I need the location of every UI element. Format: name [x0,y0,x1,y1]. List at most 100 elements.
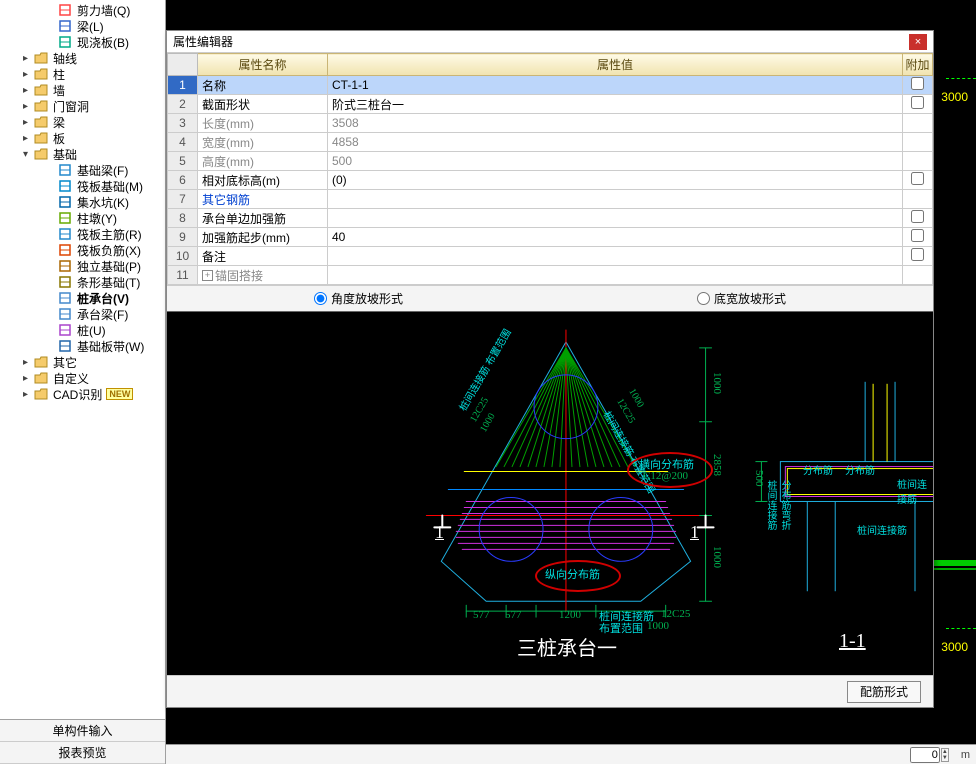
prop-extra[interactable] [903,228,933,247]
tree-item-label: 独立基础(P) [75,258,143,275]
prop-extra[interactable] [903,95,933,114]
tree-toggle-icon[interactable]: ▸ [20,101,31,112]
tree-item-10[interactable]: 基础梁(F) [2,162,165,178]
tree-item-15[interactable]: 筏板负筋(X) [2,242,165,258]
tree-toggle-icon[interactable]: ▸ [20,85,31,96]
prop-row-11[interactable]: 11+锚固搭接 [168,266,933,285]
tree-toggle-icon[interactable]: ▸ [20,357,31,368]
dim-577a: 577 [473,609,490,621]
prop-row-1[interactable]: 1名称CT-1-1 [168,76,933,95]
tree-item-3[interactable]: ▸ 轴线 [2,50,165,66]
prop-value[interactable] [328,209,903,228]
tree-item-9[interactable]: ▾基础 [2,146,165,162]
tree-item-24[interactable]: ▸CAD识别NEW [2,386,165,402]
tree-item-22[interactable]: ▸其它 [2,354,165,370]
preview-svg [167,312,933,675]
tree-toggle-icon[interactable]: ▸ [20,133,31,144]
tree-item-label: 自定义 [51,370,91,387]
prop-extra[interactable] [903,133,933,152]
prop-row-2[interactable]: 2截面形状阶式三桩台一 [168,95,933,114]
tree-item-label: CAD识别 [51,386,104,403]
tree-item-18[interactable]: 桩承台(V) [2,290,165,306]
tree-toggle-icon[interactable]: ▸ [20,373,31,384]
tree-item-17[interactable]: 条形基础(T) [2,274,165,290]
prop-extra[interactable] [903,76,933,95]
tree-item-19[interactable]: 承台梁(F) [2,306,165,322]
prop-row-8[interactable]: 8承台单边加强筋 [168,209,933,228]
tree-toggle-icon[interactable]: ▸ [20,117,31,128]
tree-item-23[interactable]: ▸ 自定义 [2,370,165,386]
radio-angle-slope[interactable]: 角度放坡形式 [314,290,403,307]
tree-item-11[interactable]: 筏板基础(M) [2,178,165,194]
prop-value[interactable]: (0) [328,171,903,190]
prop-value[interactable] [328,266,903,285]
dim-1000b: 1000 [711,546,723,568]
tree-item-5[interactable]: ▸墙 [2,82,165,98]
prop-value[interactable]: 阶式三桩台一 [328,95,903,114]
col-name: 属性名称 [198,54,328,76]
tree-toggle-icon[interactable]: ▸ [20,69,31,80]
tree-toggle-icon[interactable]: ▸ [20,53,31,64]
prop-rownum: 4 [168,133,198,152]
tab-single-input[interactable]: 单构件输入 [0,720,165,742]
prop-extra[interactable] [903,266,933,285]
slab-icon [57,35,73,49]
fbfj-icon [57,243,73,257]
close-icon[interactable]: × [909,34,927,50]
radio-width-slope[interactable]: 底宽放坡形式 [697,290,786,307]
prop-extra[interactable] [903,152,933,171]
prop-value[interactable]: 3508 [328,114,903,133]
component-tree[interactable]: 剪力墙(Q)梁(L)现浇板(B) ▸ 轴线▸柱▸墙▸门窗洞▸梁▸板▾基础基础梁(F)… [0,0,165,719]
prop-row-6[interactable]: 6相对底标高(m)(0) [168,171,933,190]
prop-extra[interactable] [903,114,933,133]
expand-icon[interactable]: + [202,270,213,281]
prop-value[interactable]: 40 [328,228,903,247]
status-spinner[interactable]: ▲ ▼ [910,747,949,763]
tree-item-21[interactable]: 基础板带(W) [2,338,165,354]
prop-extra[interactable] [903,247,933,266]
tree-item-6[interactable]: ▸门窗洞 [2,98,165,114]
tree-item-16[interactable]: 独立基础(P) [2,258,165,274]
prop-extra[interactable] [903,190,933,209]
prop-name: 名称 [198,76,328,95]
prop-value[interactable] [328,247,903,266]
tree-toggle-icon[interactable]: ▸ [20,389,31,400]
prop-rownum: 7 [168,190,198,209]
prop-name: +锚固搭接 [198,266,328,285]
prop-row-10[interactable]: 10备注 [168,247,933,266]
dialog-titlebar[interactable]: 属性编辑器 × [167,31,933,53]
tree-item-13[interactable]: 柱墩(Y) [2,210,165,226]
tree-item-0[interactable]: 剪力墙(Q) [2,2,165,18]
prop-row-9[interactable]: 9加强筋起步(mm)40 [168,228,933,247]
tree-item-4[interactable]: ▸柱 [2,66,165,82]
spin-down-icon[interactable]: ▼ [942,755,948,761]
prop-row-5[interactable]: 5高度(mm)500 [168,152,933,171]
prop-row-7[interactable]: 7其它钢筋 [168,190,933,209]
tree-item-8[interactable]: ▸板 [2,130,165,146]
section-title: 1-1 [839,630,866,653]
prop-rownum: 1 [168,76,198,95]
prop-row-4[interactable]: 4宽度(mm)4858 [168,133,933,152]
prop-value[interactable] [328,190,903,209]
tab-report-preview[interactable]: 报表预览 [0,742,165,764]
tree-item-1[interactable]: 梁(L) [2,18,165,34]
tree-toggle-icon[interactable]: ▾ [20,149,31,160]
dialog-title: 属性编辑器 [173,31,233,53]
prop-value[interactable]: 4858 [328,133,903,152]
label-vertical-rebar: 纵向分布筋 [545,566,600,582]
tree-item-2[interactable]: 现浇板(B) [2,34,165,50]
tree-item-20[interactable]: 桩(U) [2,322,165,338]
prop-extra[interactable] [903,171,933,190]
prop-extra[interactable] [903,209,933,228]
prop-value[interactable]: CT-1-1 [328,76,903,95]
property-table[interactable]: 属性名称 属性值 附加 1名称CT-1-12截面形状阶式三桩台一3长度(mm)3… [167,53,933,285]
tree-item-14[interactable]: 筏板主筋(R) [2,226,165,242]
prop-name: 其它钢筋 [198,190,328,209]
dim-1000a: 1000 [711,372,723,394]
tree-item-7[interactable]: ▸梁 [2,114,165,130]
tree-item-12[interactable]: 集水坑(K) [2,194,165,210]
tree-item-label: 轴线 [51,50,79,67]
prop-value[interactable]: 500 [328,152,903,171]
rebar-form-button[interactable]: 配筋形式 [847,681,921,703]
prop-row-3[interactable]: 3长度(mm)3508 [168,114,933,133]
